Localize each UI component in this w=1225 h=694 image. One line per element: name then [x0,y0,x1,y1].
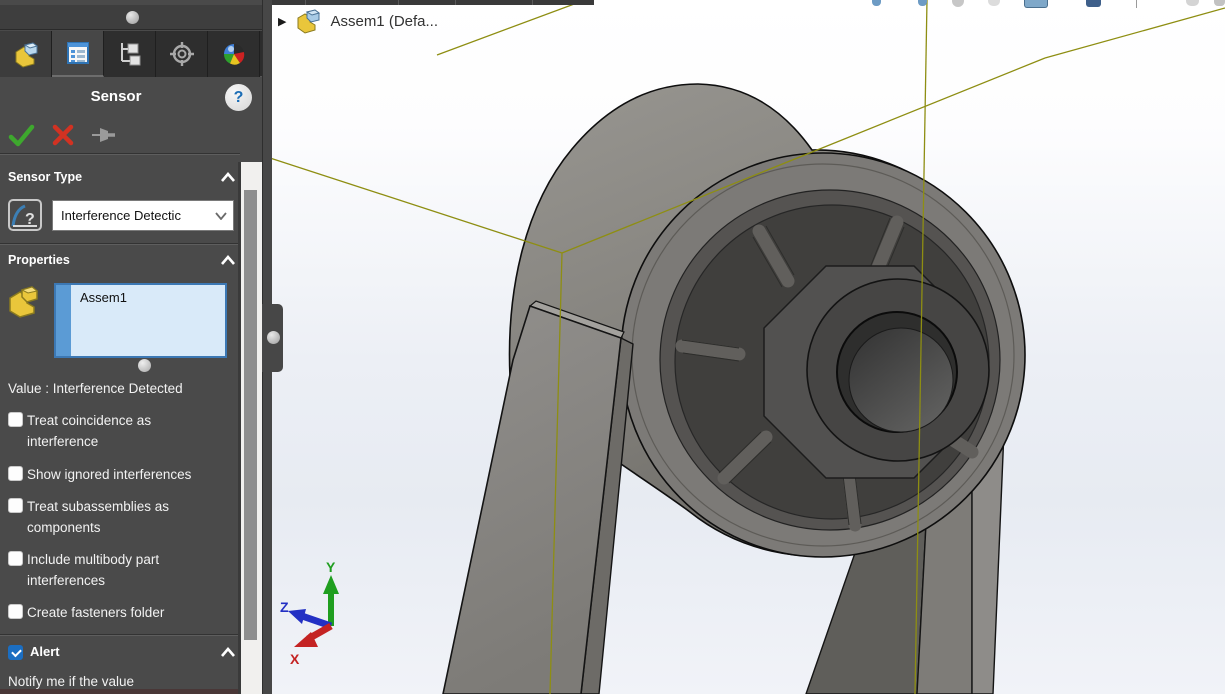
checkbox-label: Treat subassemblies as components [27,496,220,538]
cropped-bottom-strip [0,689,240,694]
entities-to-monitor-icon [6,284,44,320]
help-button[interactable]: ? [225,84,252,111]
toolbar-fragment-icon [1214,0,1225,6]
toolbar-separator [1136,0,1137,8]
section-divider [0,153,240,155]
tab-feature-manager[interactable] [0,31,52,77]
collapse-chevron-icon[interactable] [220,171,236,183]
checkbox-row[interactable]: Create fasteners folder [8,602,220,623]
alert-section-header[interactable]: Alert [8,643,60,660]
checkbox-unchecked[interactable] [8,498,23,513]
tab-dimxpert-manager[interactable] [156,31,208,77]
toolbar-fragment-icon [1086,0,1101,7]
sensor-type-header[interactable]: Sensor Type [8,170,82,184]
alert-checkbox-checked[interactable] [8,645,23,660]
checkbox-label: Include multibody part interferences [27,549,220,591]
triad-z-label: Z [280,599,289,615]
panel-splitter-handle[interactable] [262,304,283,372]
collapse-chevron-icon[interactable] [220,254,236,266]
cancel-button[interactable] [51,123,75,147]
panel-drag-handle[interactable] [126,11,139,24]
checkbox-unchecked[interactable] [8,412,23,427]
splitter-handle-dot[interactable] [267,331,280,344]
monitored-entity-item[interactable]: Assem1 [71,285,127,356]
panel-actions [8,120,117,150]
tab-display-manager[interactable] [208,31,260,77]
sensor-type-dropdown-value: Interference Detectic [53,208,209,223]
alert-label: Alert [30,644,60,659]
flyout-feature-tree: ▶ Assem1 (Defa... [278,8,438,34]
panel-title-row: Sensor ? [0,77,266,119]
toolbar-fragment-icon [1024,0,1048,8]
property-manager-panel: Sensor ? Sensor Type [0,0,266,694]
flyout-root-node[interactable]: Assem1 (Defa... [330,13,438,30]
assembly-3d-model: Y Z X [266,0,1225,694]
keep-visible-pin-button[interactable] [91,123,117,147]
triad-y-label: Y [326,559,336,575]
left-fork-arm [443,301,633,694]
dropdown-chevron-icon[interactable] [209,201,233,230]
checkbox-label: Create fasteners folder [27,602,164,623]
sensor-type-icon: ? [7,198,43,232]
configuration-manager-icon [117,41,143,67]
svg-text:?: ? [25,211,35,228]
triad-x-label: X [290,651,300,667]
display-manager-icon [221,41,247,67]
alert-notify-text: Notify me if the value [8,674,134,689]
checkbox-unchecked[interactable] [8,604,23,619]
feature-manager-tree-icon [12,40,40,68]
listbox-selection-strip [56,285,71,356]
tab-configuration-manager[interactable] [104,31,156,77]
flyout-expand-arrow[interactable]: ▶ [278,15,286,28]
tab-property-manager[interactable] [52,31,104,77]
section-divider [0,243,240,245]
ok-button[interactable] [8,123,35,148]
property-manager-icon [65,40,91,66]
listbox-resize-handle[interactable] [138,359,151,372]
monitored-entities-listbox[interactable]: Assem1 [54,283,227,358]
solidworks-window: Y Z X ▶ Assem1 (Defa... [0,0,1225,694]
assembly-icon [295,8,321,34]
orientation-triad: Y Z X [280,559,339,667]
dimxpert-manager-icon [168,40,196,68]
panel-title: Sensor [0,88,232,105]
checkbox-row[interactable]: Include multibody part interferences [8,549,220,591]
checkbox-label: Treat coincidence as interference [27,410,220,452]
properties-header[interactable]: Properties [8,253,70,267]
panel-scrollbar-track[interactable] [241,162,262,694]
hub-bore-inner [849,328,953,432]
sensor-type-dropdown[interactable]: Interference Detectic [52,200,234,231]
checkbox-unchecked[interactable] [8,466,23,481]
panel-drag-strip[interactable] [0,5,266,30]
sensor-value-text: Value : Interference Detected [8,381,183,396]
graphics-viewport[interactable]: Y Z X ▶ Assem1 (Defa... [266,0,1225,694]
collapse-chevron-icon[interactable] [220,646,236,658]
checkbox-row[interactable]: Show ignored interferences [8,464,220,485]
checkbox-row[interactable]: Treat coincidence as interference [8,410,220,452]
section-divider [0,634,240,636]
manager-tab-bar [0,31,266,77]
checkbox-unchecked[interactable] [8,551,23,566]
checkbox-label: Show ignored interferences [27,464,191,485]
panel-scrollbar-thumb[interactable] [244,190,257,640]
checkbox-row[interactable]: Treat subassemblies as components [8,496,220,538]
